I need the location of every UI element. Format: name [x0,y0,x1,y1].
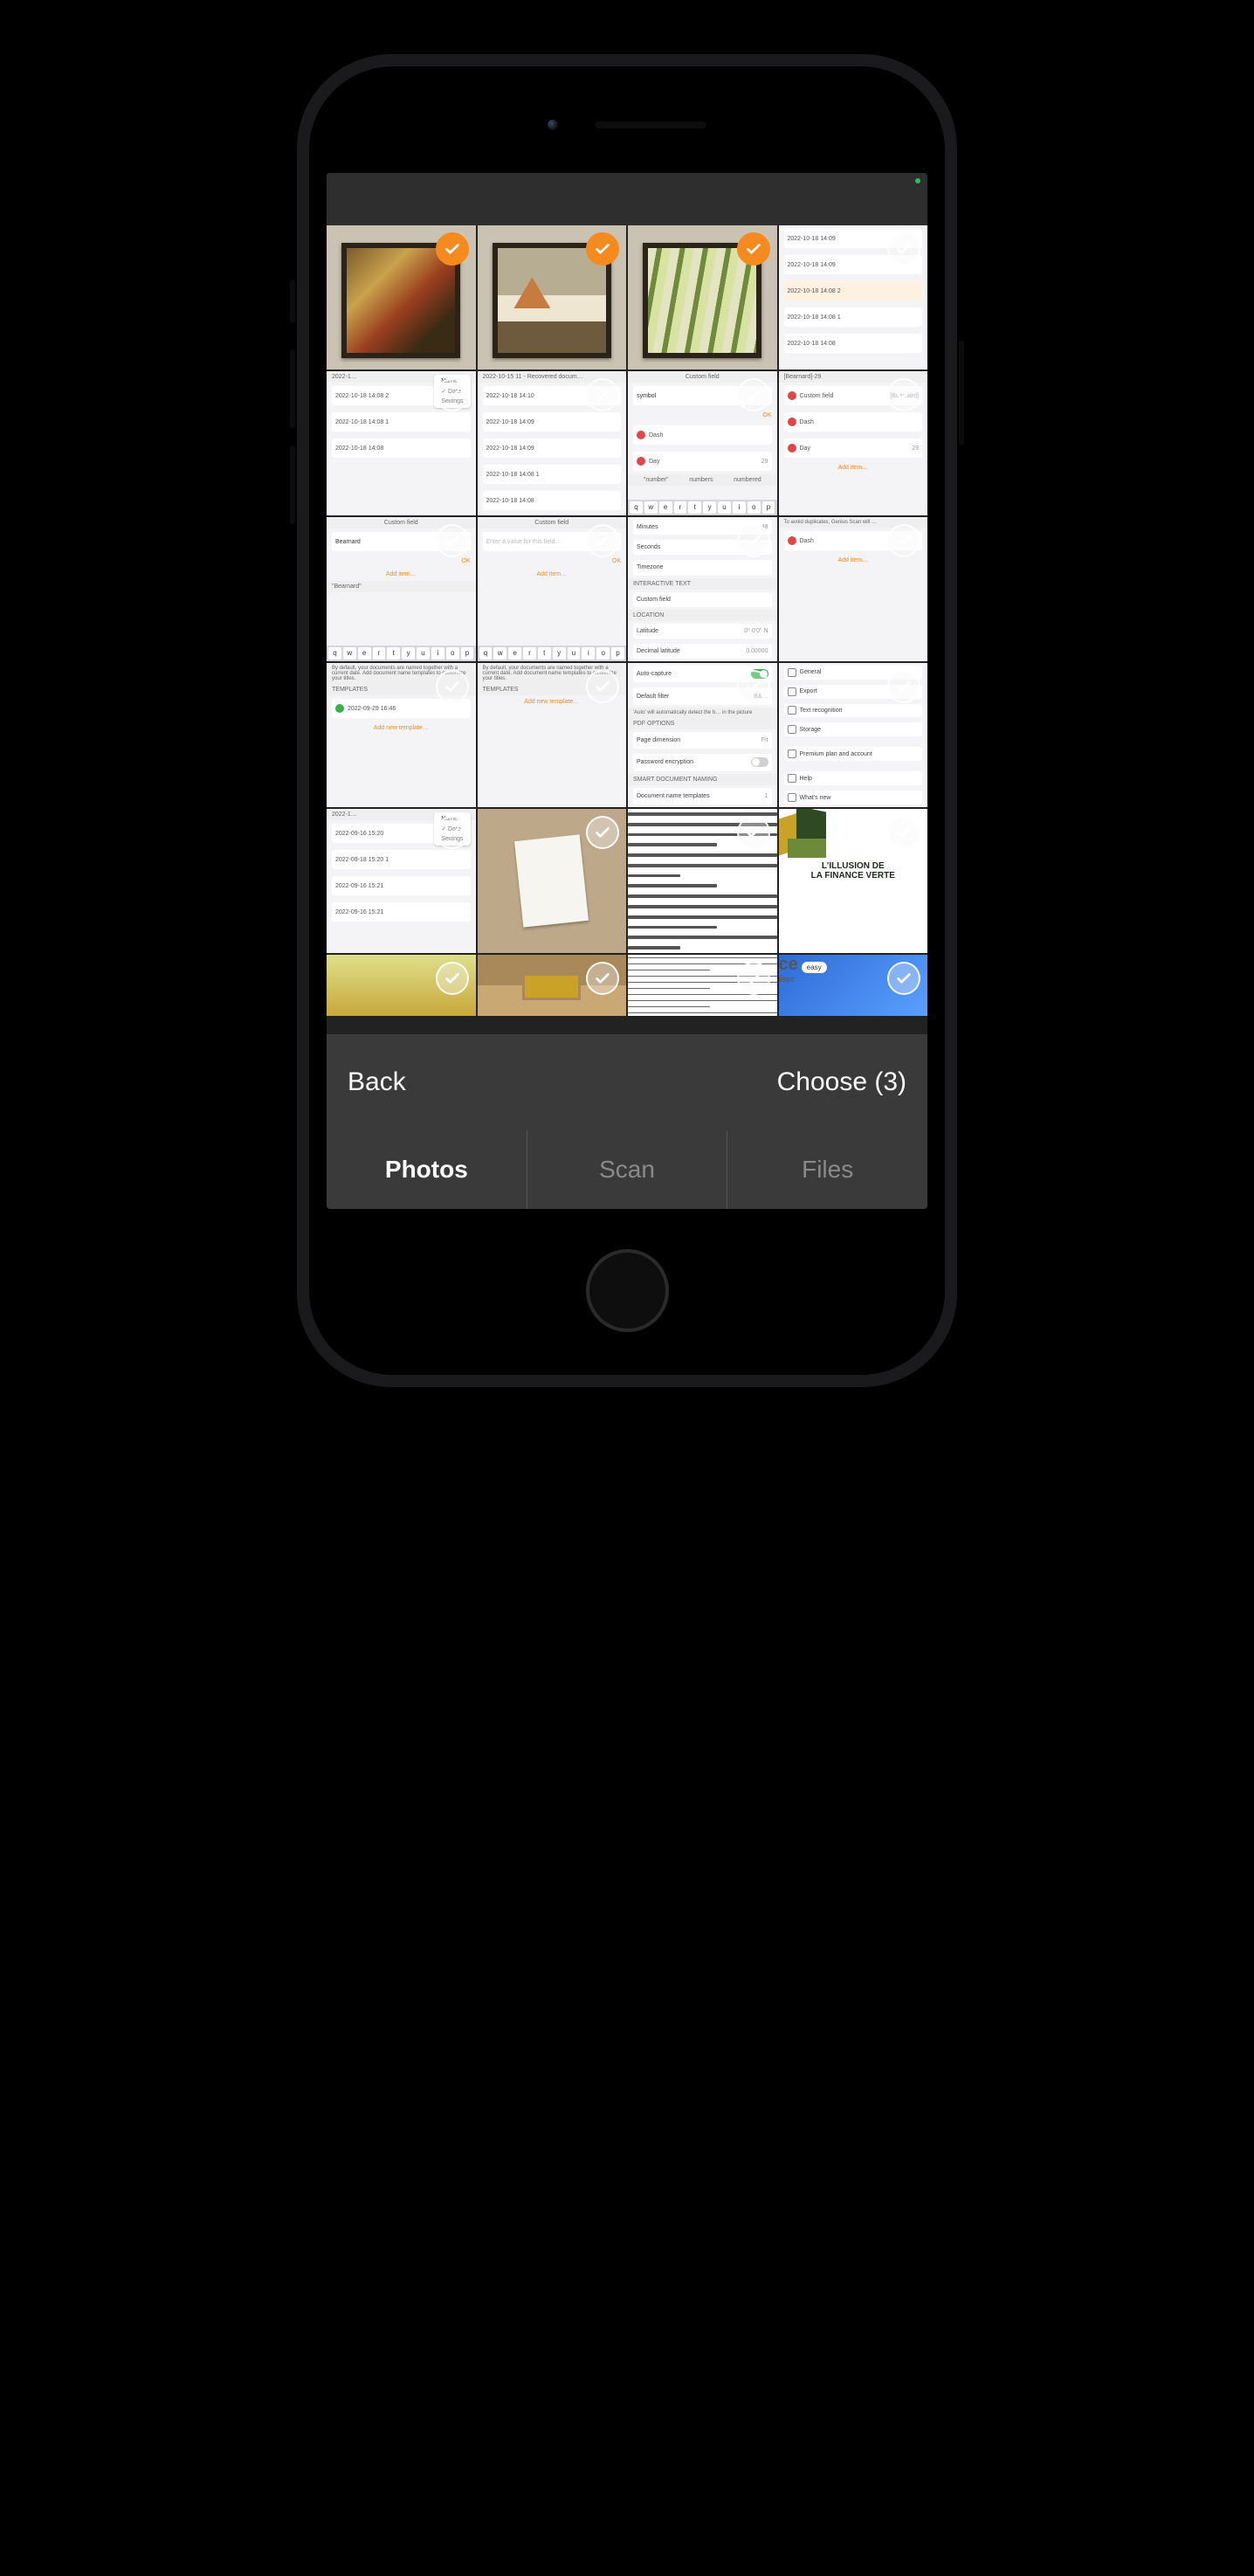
photo-grid[interactable]: 2022-10-18 14:092022-10-18 14:092022-10-… [327,225,927,1034]
thumbnail-r4c3[interactable]: Auto-captureDefault filterB&…'Auto' will… [628,663,777,807]
thumbnail-r6c2[interactable] [478,955,627,1016]
thumbnail-r4c4[interactable]: GeneralExportText recognitionStoragePrem… [779,663,928,807]
thumbnail-r5c3[interactable] [628,809,777,953]
select-circle-icon[interactable] [737,670,770,703]
thumbnail-r2c3[interactable]: Custom fieldsymbolOKDashDay29"number"num… [628,371,777,515]
select-circle-icon[interactable] [586,670,619,703]
status-bar [327,173,927,225]
thumbnail-r2c4[interactable]: [Bearnard]-29Custom field[Bearnard]DashD… [779,371,928,515]
volume-down-button [290,445,295,524]
select-circle-icon[interactable] [586,962,619,995]
back-button[interactable]: Back [348,1067,406,1097]
mute-switch [290,280,295,323]
select-circle-icon[interactable] [586,524,619,557]
select-circle-icon[interactable] [436,670,469,703]
selected-checkmark-icon[interactable] [586,232,619,266]
select-circle-icon[interactable] [887,670,920,703]
tab-photos[interactable]: Photos [327,1130,527,1209]
home-area [320,1216,934,1364]
select-circle-icon[interactable] [737,378,770,411]
earpiece-bar [320,77,934,173]
select-circle-icon[interactable] [737,524,770,557]
premium-icon [788,749,796,758]
select-circle-icon[interactable] [436,962,469,995]
mode-tab-bar: PhotosScanFiles [327,1130,927,1209]
phone-frame: 2022-10-18 14:092022-10-18 14:092022-10-… [295,52,959,1389]
home-button[interactable] [586,1249,669,1332]
news-icon [788,793,796,802]
front-camera [547,119,559,131]
tab-scan[interactable]: Scan [527,1130,727,1209]
thumbnail-r2c1[interactable]: Name✓ DateSettings2022-1…2022-10-18 14:0… [327,371,476,515]
thumbnail-r4c2[interactable]: By default, your documents are named tog… [478,663,627,807]
selected-checkmark-icon[interactable] [737,232,770,266]
book-cover-title: L'ILLUSION DELA FINANCE VERTE [779,861,928,881]
power-button [959,341,964,445]
thumbnail-r5c4[interactable]: L'ILLUSION DELA FINANCE VERTE [779,809,928,953]
thumbnail-r2c2[interactable]: 2022-10-15 11 - Recovered docum…2022-10-… [478,371,627,515]
thumbnail-r1c3[interactable] [628,225,777,369]
select-circle-icon[interactable] [436,524,469,557]
selected-checkmark-icon[interactable] [436,232,469,266]
thumbnail-r1c1[interactable] [327,225,476,369]
help-icon [788,774,796,783]
thumbnail-r6c3[interactable] [628,955,777,1016]
select-circle-icon[interactable] [737,816,770,849]
app-screen: 2022-10-18 14:092022-10-18 14:092022-10-… [327,173,927,1209]
thumbnail-r3c2[interactable]: Custom fieldEnter a value for this field… [478,517,627,661]
recording-indicator-icon [915,178,920,183]
select-circle-icon[interactable] [586,816,619,849]
thumbnail-r6c1[interactable] [327,955,476,1016]
thumbnail-r4c1[interactable]: By default, your documents are named tog… [327,663,476,807]
select-circle-icon[interactable] [436,816,469,849]
thumbnail-r1c4[interactable]: 2022-10-18 14:092022-10-18 14:092022-10-… [779,225,928,369]
export-icon [788,687,796,696]
volume-up-button [290,349,295,428]
thumbnail-r5c1[interactable]: Name✓ DateSettings2022-1…2022-09-16 15:2… [327,809,476,953]
select-circle-icon[interactable] [887,962,920,995]
select-circle-icon[interactable] [737,962,770,995]
select-circle-icon[interactable] [586,378,619,411]
screen-wrap: 2022-10-18 14:092022-10-18 14:092022-10-… [320,77,934,1364]
thumbnail-r3c3[interactable]: Minutes48SecondsTimezoneINTERACTIVE TEXT… [628,517,777,661]
gear-icon [788,668,796,677]
text-icon [788,706,796,715]
choose-button[interactable]: Choose (3) [777,1067,906,1097]
phone-inner: 2022-10-18 14:092022-10-18 14:092022-10-… [309,66,945,1375]
select-circle-icon[interactable] [436,378,469,411]
tab-files[interactable]: Files [727,1130,927,1209]
earpiece-speaker [594,121,707,129]
thumbnail-r6c4[interactable]: ceeasyilités [779,955,928,1016]
thumbnail-r3c4[interactable]: To avoid duplicates, Genius Scan will …D… [779,517,928,661]
thumbnail-r5c2[interactable] [478,809,627,953]
select-circle-icon[interactable] [887,524,920,557]
action-bar: Back Choose (3) [327,1034,927,1130]
storage-icon [788,725,796,734]
thumbnail-r1c2[interactable] [478,225,627,369]
select-circle-icon[interactable] [887,816,920,849]
thumbnail-r3c1[interactable]: Custom fieldBearnardOKAdd item…"Bearnard… [327,517,476,661]
select-circle-icon[interactable] [887,378,920,411]
select-circle-icon[interactable] [887,232,920,266]
